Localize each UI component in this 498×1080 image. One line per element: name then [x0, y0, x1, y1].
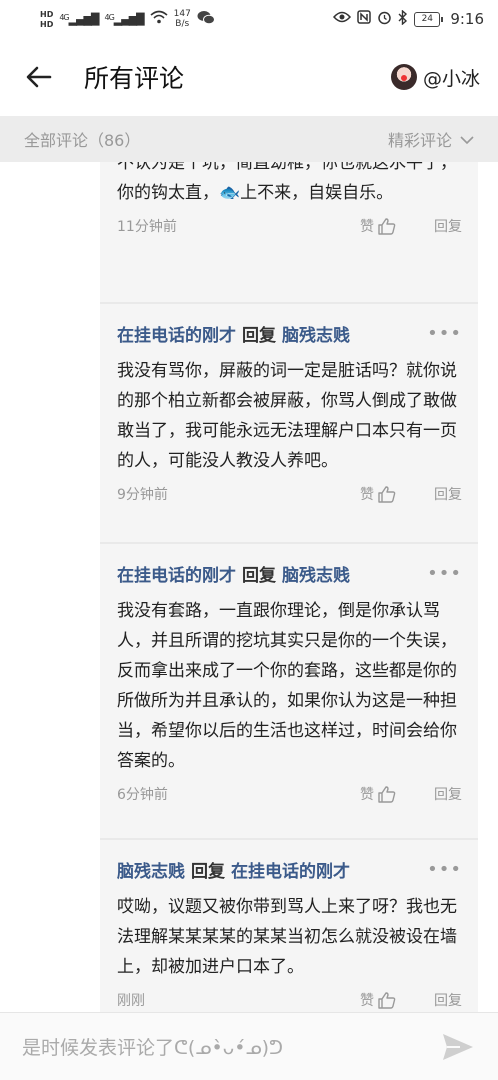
reply-actions: 赞 回复 — [360, 990, 462, 1010]
wifi-icon — [150, 10, 168, 28]
reply-body: 不认为是个坑，简直幼稚，你也就这水平了，你的钩太直，🐟上不来，自娱自乐。 — [117, 162, 457, 203]
send-icon[interactable] — [440, 1029, 476, 1065]
alarm-icon — [377, 10, 392, 29]
reply-target[interactable]: 在挂电话的刚才 — [231, 862, 350, 882]
reply-header: 在挂电话的刚才 回复 脑残志贱 ••• — [117, 558, 462, 588]
reply-meta: 在挂电话的刚才 回复 脑残志贱 — [117, 321, 350, 346]
bluetooth-icon — [398, 8, 408, 29]
reply-item: 在挂电话的刚才 回复 脑残志贱 ••• 我没有套路，一直跟你理论，倒是你承认骂人，并… — [100, 558, 478, 806]
chevron-down-icon[interactable] — [460, 130, 474, 149]
reply-button[interactable]: 回复 — [434, 216, 462, 236]
nfc-icon — [357, 10, 372, 28]
reply-item: 不认为是个坑，简直幼稚，你也就这水平了，你的钩太直，🐟上不来，自娱自乐。 11分… — [100, 162, 478, 238]
title-bar: 所有评论 @小冰 — [0, 38, 498, 116]
filter-bar: 全部评论（86） 精彩评论 — [0, 116, 498, 162]
sort-label[interactable]: 精彩评论 — [388, 127, 452, 151]
network-label: 4G — [59, 12, 69, 22]
hd-badges: HD HD — [40, 10, 53, 29]
reply-body: 我没有套路，一直跟你理论，倒是你承认骂人，并且所谓的挖坑其实只是你的一个失误，反… — [117, 601, 457, 771]
signal-icon: 4G▂▄▆█ — [104, 12, 144, 26]
status-left: HD HD 4G▂▄▆█ 4G▂▄▆█ 147 B/s — [40, 9, 215, 29]
thumbs-up-icon — [378, 217, 396, 235]
more-icon[interactable]: ••• — [427, 859, 462, 880]
reply-actions: 赞 回复 — [360, 784, 462, 804]
speed-value: 147 — [173, 9, 191, 19]
eye-icon — [333, 11, 352, 27]
network-label: 4G — [104, 12, 114, 22]
like-button[interactable]: 赞 — [360, 484, 396, 504]
reply-body: 哎呦，议题又被你带到骂人上来了呀？我也无法理解某某某某的某某当初怎么就没被设在墙… — [117, 897, 457, 977]
reply-item: 在挂电话的刚才 回复 脑残志贱 ••• 我没有骂你，屏蔽的词一定是脏话吗？就你说的那… — [100, 318, 478, 506]
divider — [100, 838, 478, 840]
like-label[interactable]: 赞 — [360, 784, 374, 804]
like-button[interactable]: 赞 — [360, 990, 396, 1010]
like-label[interactable]: 赞 — [360, 216, 374, 236]
status-right: 24 9:16 — [333, 8, 484, 29]
reply-word: 回复 — [242, 325, 276, 346]
back-arrow-icon[interactable] — [24, 62, 54, 92]
like-button[interactable]: 赞 — [360, 216, 396, 236]
reply-header: 在挂电话的刚才 回复 脑残志贱 ••• — [117, 318, 462, 348]
reply-time: 9分钟前 — [117, 487, 168, 503]
like-button[interactable]: 赞 — [360, 784, 396, 804]
reply-time: 6分钟前 — [117, 787, 168, 803]
reply-author[interactable]: 在挂电话的刚才 — [117, 326, 236, 346]
reply-author[interactable]: 在挂电话的刚才 — [117, 566, 236, 586]
comment-list[interactable]: 不认为是个坑，简直幼稚，你也就这水平了，你的钩太直，🐟上不来，自娱自乐。 11分… — [0, 162, 498, 1012]
all-comments-label: 全部评论（86） — [24, 131, 141, 150]
reply-footer: 9分钟前 赞 回复 — [117, 482, 462, 506]
username[interactable]: @小冰 — [423, 64, 480, 91]
like-label[interactable]: 赞 — [360, 990, 374, 1010]
thumbs-up-icon — [378, 785, 396, 803]
reply-word: 回复 — [191, 861, 225, 882]
more-icon[interactable]: ••• — [427, 563, 462, 584]
reply-time: 11分钟前 — [117, 219, 177, 235]
avatar[interactable] — [390, 64, 417, 90]
reply-author[interactable]: 脑残志贱 — [117, 862, 185, 882]
like-label[interactable]: 赞 — [360, 484, 374, 504]
hd-badge: HD — [40, 19, 54, 29]
reply-word: 回复 — [242, 565, 276, 586]
thumbs-up-icon — [378, 991, 396, 1009]
thumbs-up-icon — [378, 485, 396, 503]
page-title: 所有评论 — [84, 64, 185, 93]
reply-target[interactable]: 脑残志贱 — [282, 326, 350, 346]
comment-input[interactable]: 是时候发表评论了ᕦ(ᓄ•̀ᴗ•́ᓄ)ᕤ — [22, 1033, 283, 1060]
reply-button[interactable]: 回复 — [434, 484, 462, 504]
comment-input-bar: 是时候发表评论了ᕦ(ᓄ•̀ᴗ•́ᓄ)ᕤ — [0, 1012, 498, 1080]
reply-thread: 不认为是个坑，简直幼稚，你也就这水平了，你的钩太直，🐟上不来，自娱自乐。 11分… — [100, 162, 478, 1012]
reply-meta: 在挂电话的刚才 回复 脑残志贱 — [117, 561, 350, 586]
signal-icon: 4G▂▄▆█ — [59, 12, 99, 26]
reply-actions: 赞 回复 — [360, 484, 462, 504]
clock: 9:16 — [450, 10, 484, 28]
reply-target[interactable]: 脑残志贱 — [282, 566, 350, 586]
reply-meta: 脑残志贱 回复 在挂电话的刚才 — [117, 857, 350, 882]
reply-actions: 赞 回复 — [360, 216, 462, 236]
battery-icon: 24 — [414, 11, 444, 27]
reply-footer: 11分钟前 赞 回复 — [117, 214, 462, 238]
wechat-icon — [197, 10, 215, 29]
reply-header: 脑残志贱 回复 在挂电话的刚才 ••• — [117, 854, 462, 884]
reply-footer: 刚刚 赞 回复 — [117, 988, 462, 1012]
reply-body: 我没有骂你，屏蔽的词一定是脏话吗？就你说的那个柏立新都会被屏蔽，你骂人倒成了敢做… — [117, 361, 457, 471]
reply-time: 刚刚 — [117, 993, 145, 1009]
network-speed: 147 B/s — [174, 9, 191, 29]
status-bar: HD HD 4G▂▄▆█ 4G▂▄▆█ 147 B/s 24 9:16 — [0, 0, 498, 38]
reply-footer: 6分钟前 赞 回复 — [117, 782, 462, 806]
more-icon[interactable]: ••• — [427, 323, 462, 344]
reply-item: 脑残志贱 回复 在挂电话的刚才 ••• 哎呦，议题又被你带到骂人上来了呀？我也无法理… — [100, 854, 478, 1012]
reply-button[interactable]: 回复 — [434, 990, 462, 1010]
hd-badge: HD — [40, 9, 54, 19]
divider — [100, 302, 478, 304]
speed-unit: B/s — [175, 19, 190, 29]
divider — [100, 542, 478, 544]
sort-dropdown[interactable]: 精彩评论 — [388, 127, 474, 151]
reply-button[interactable]: 回复 — [434, 784, 462, 804]
current-user[interactable]: @小冰 — [390, 64, 480, 91]
